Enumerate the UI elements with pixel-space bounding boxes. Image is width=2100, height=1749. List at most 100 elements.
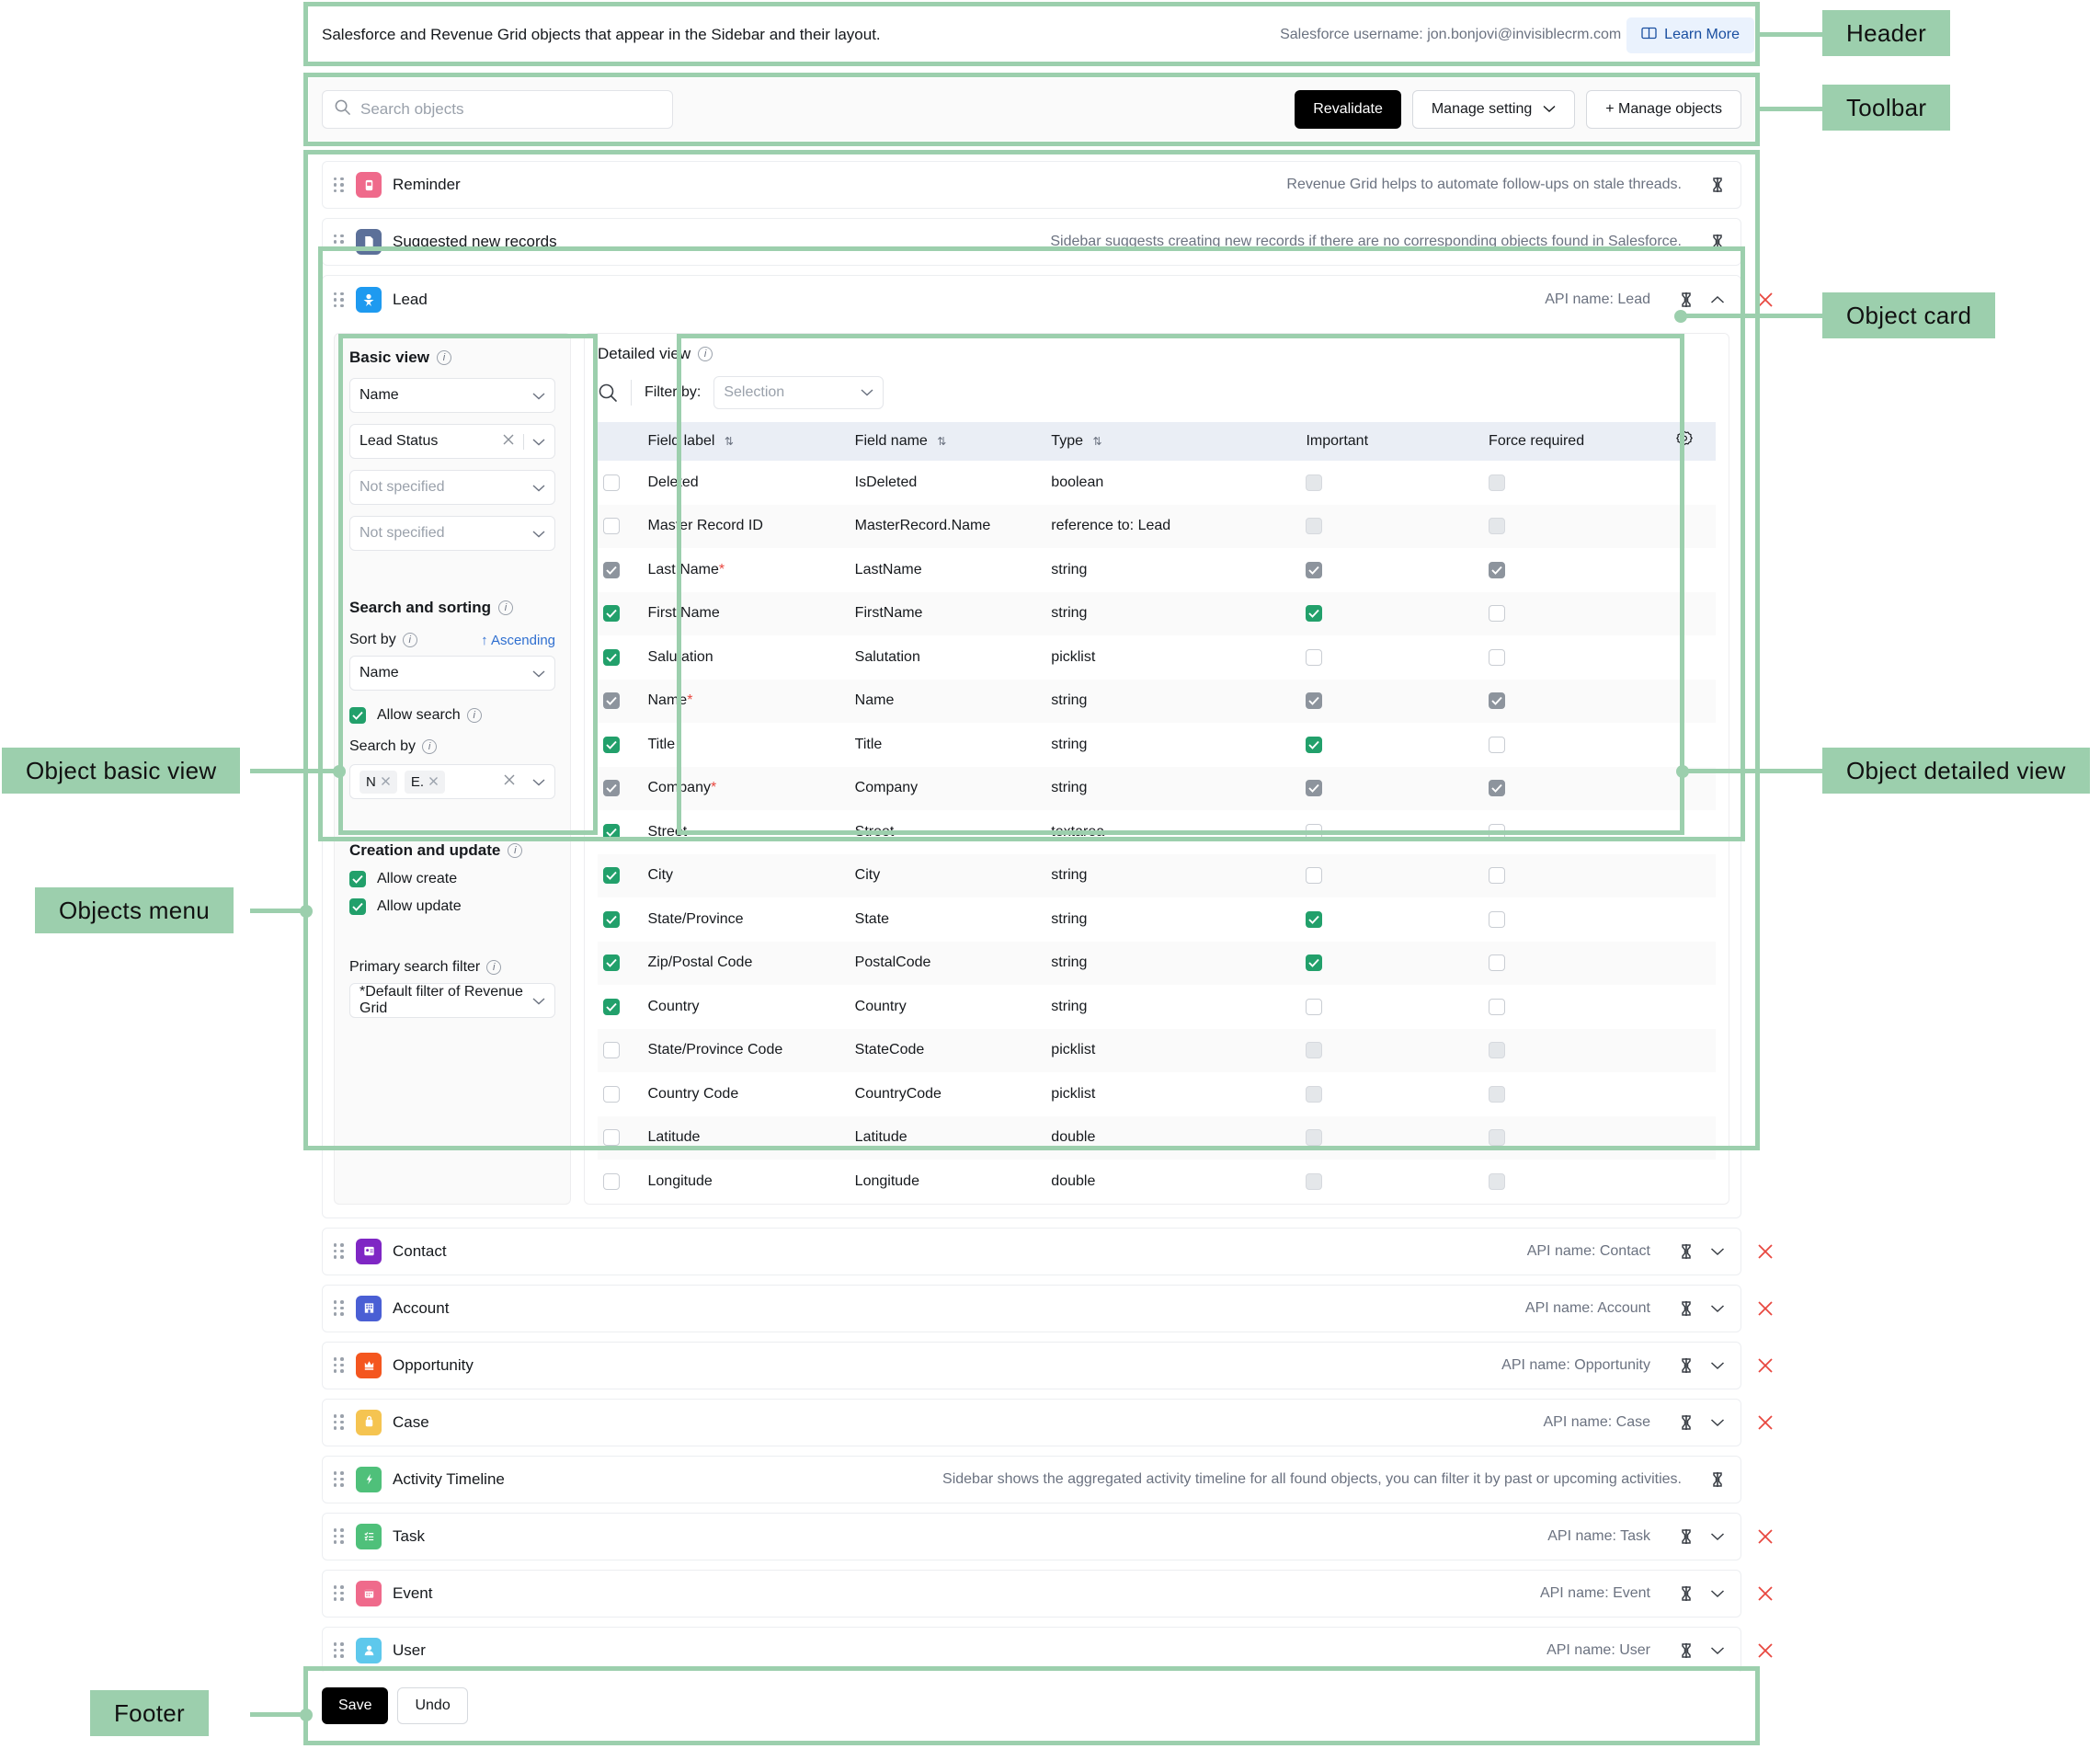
row-force-required-cell[interactable] (1483, 680, 1669, 724)
list-item[interactable]: Task API name: Task (322, 1512, 1773, 1560)
table-row[interactable]: Deleted IsDeleted boolean (598, 461, 1716, 505)
list-item[interactable]: Suggested new records Sidebar suggests c… (322, 218, 1741, 266)
drag-handle-icon[interactable] (330, 1414, 347, 1430)
row-select-checkbox[interactable] (603, 1085, 620, 1103)
info-icon[interactable]: i (466, 708, 482, 723)
row-important-cell[interactable] (1300, 680, 1483, 724)
force-required-checkbox[interactable] (1489, 736, 1506, 753)
remove-object-button[interactable] (1750, 1241, 1781, 1262)
row-select-cell[interactable] (598, 767, 643, 811)
row-important-cell[interactable] (1300, 942, 1483, 986)
drag-handle-icon[interactable] (330, 1585, 347, 1601)
row-important-cell[interactable] (1300, 985, 1483, 1029)
list-item[interactable]: Contact API name: Contact (322, 1227, 1773, 1275)
row-select-checkbox[interactable] (603, 1129, 620, 1147)
important-checkbox[interactable] (1306, 823, 1323, 840)
pin-icon[interactable] (1702, 233, 1733, 251)
list-item[interactable]: Reminder Revenue Grid helps to automate … (322, 161, 1741, 209)
force-required-checkbox[interactable] (1489, 648, 1506, 666)
table-row[interactable]: Street Street textarea (598, 810, 1716, 854)
undo-button[interactable]: Undo (397, 1687, 468, 1724)
row-select-checkbox[interactable] (603, 1172, 620, 1190)
expand-chevron-down-icon[interactable] (1702, 1247, 1733, 1256)
table-row[interactable]: Country Code CountryCode picklist (598, 1072, 1716, 1116)
row-force-required-cell[interactable] (1483, 635, 1669, 680)
pin-icon[interactable] (1671, 1413, 1702, 1432)
table-row[interactable]: Salutation Salutation picklist (598, 635, 1716, 680)
learn-more-button[interactable]: Learn More (1626, 17, 1754, 53)
force-required-checkbox[interactable] (1489, 910, 1506, 928)
row-force-required-cell[interactable] (1483, 897, 1669, 942)
chevron-down-icon[interactable] (532, 388, 545, 404)
drag-handle-icon[interactable] (330, 1357, 347, 1373)
row-select-checkbox[interactable] (603, 605, 620, 623)
sort-icon[interactable]: ⇅ (1092, 436, 1101, 447)
list-item[interactable]: Account API name: Account (322, 1284, 1773, 1332)
save-button[interactable]: Save (322, 1687, 389, 1724)
primary-filter-select[interactable]: *Default filter of Revenue Grid (349, 983, 555, 1018)
force-required-checkbox[interactable] (1489, 867, 1506, 885)
info-icon[interactable]: i (402, 633, 417, 647)
row-force-required-cell[interactable] (1483, 1029, 1669, 1073)
table-row[interactable]: City City string (598, 853, 1716, 897)
row-select-checkbox[interactable] (603, 955, 620, 972)
info-icon[interactable]: i (698, 347, 713, 361)
table-row[interactable]: First Name FirstName string (598, 591, 1716, 636)
search-icon[interactable] (598, 383, 618, 403)
manage-objects-button[interactable]: + Manage objects (1586, 90, 1741, 129)
column-field-label[interactable]: Field label ⇅ (642, 422, 850, 461)
remove-object-button[interactable] (1750, 1412, 1781, 1433)
column-type[interactable]: Type ⇅ (1045, 422, 1301, 461)
row-select-checkbox[interactable] (603, 648, 620, 666)
row-important-cell[interactable] (1300, 505, 1483, 549)
table-row[interactable]: Name* Name string (598, 679, 1716, 724)
important-checkbox[interactable] (1306, 605, 1323, 623)
row-select-cell[interactable] (598, 505, 643, 549)
chevron-down-icon[interactable] (532, 480, 545, 496)
tag-chip[interactable]: E. (404, 770, 446, 794)
table-row[interactable]: Title Title string (598, 723, 1716, 767)
row-important-cell[interactable] (1300, 592, 1483, 636)
row-important-cell[interactable] (1300, 1072, 1483, 1116)
row-important-cell[interactable] (1300, 1116, 1483, 1160)
object-card-header[interactable]: Lead API name: Lead (323, 276, 1773, 324)
table-row[interactable]: State/Province State string (598, 897, 1716, 942)
allow-search-row[interactable]: Allow search i (349, 707, 555, 724)
chevron-down-icon[interactable] (532, 434, 545, 450)
chevron-down-icon[interactable] (532, 526, 545, 542)
row-force-required-cell[interactable] (1483, 942, 1669, 986)
row-select-checkbox[interactable] (603, 867, 620, 885)
row-select-checkbox[interactable] (603, 474, 620, 491)
basic-view-field-1[interactable]: Name (349, 378, 555, 413)
chevron-down-icon[interactable] (532, 774, 545, 790)
table-row[interactable]: Company* Company string (598, 766, 1716, 811)
row-select-cell[interactable] (598, 1160, 643, 1204)
row-important-cell[interactable] (1300, 723, 1483, 767)
row-select-checkbox[interactable] (603, 998, 620, 1015)
row-select-cell[interactable] (598, 810, 643, 854)
chevron-down-icon[interactable] (532, 993, 545, 1009)
important-checkbox[interactable] (1306, 910, 1323, 928)
important-checkbox[interactable] (1306, 736, 1323, 753)
row-force-required-cell[interactable] (1483, 985, 1669, 1029)
revalidate-button[interactable]: Revalidate (1295, 90, 1401, 129)
row-force-required-cell[interactable] (1483, 461, 1669, 505)
clear-icon[interactable] (503, 773, 516, 791)
row-select-checkbox[interactable] (603, 910, 620, 928)
row-important-cell[interactable] (1300, 810, 1483, 854)
basic-view-field-3[interactable]: Not specified (349, 470, 555, 505)
expand-chevron-down-icon[interactable] (1702, 1646, 1733, 1655)
sort-icon[interactable]: ⇅ (725, 436, 734, 447)
row-important-cell[interactable] (1300, 461, 1483, 505)
force-required-checkbox[interactable] (1489, 955, 1506, 972)
pin-icon[interactable] (1671, 1527, 1702, 1546)
table-row[interactable]: Longitude Longitude double (598, 1160, 1716, 1204)
search-by-tags[interactable]: N E. (349, 764, 555, 799)
pin-icon[interactable] (1702, 1470, 1733, 1489)
row-select-cell[interactable] (598, 680, 643, 724)
row-select-cell[interactable] (598, 723, 643, 767)
row-important-cell[interactable] (1300, 1029, 1483, 1073)
drag-handle-icon[interactable] (330, 1300, 347, 1316)
row-select-cell[interactable] (598, 461, 643, 505)
row-important-cell[interactable] (1300, 635, 1483, 680)
